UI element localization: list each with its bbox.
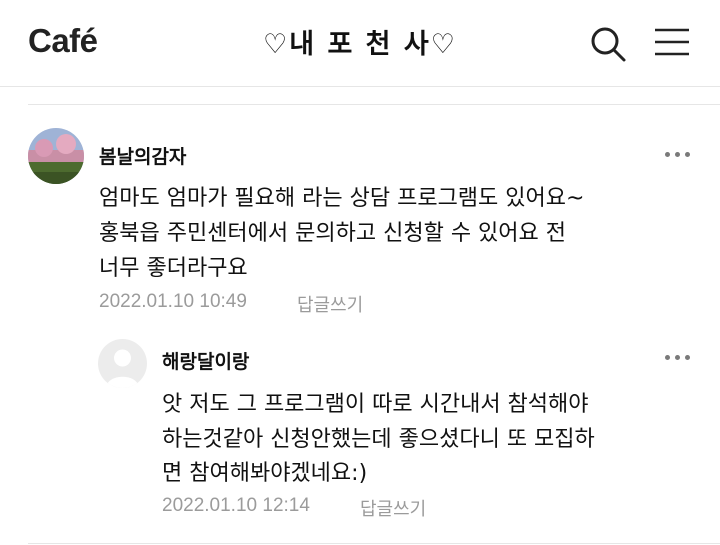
hamburger-menu-icon (655, 28, 689, 56)
default-user-avatar (98, 339, 147, 388)
comment-text-line: 하는것같아 신청안했는데 좋으셨다니 또 모집하 (162, 427, 595, 452)
more-options-button[interactable] (664, 144, 694, 164)
landscape-photo-avatar (28, 128, 84, 184)
top-bar: Café ♡내 포 천 사♡ (0, 0, 720, 87)
comment-text-line: 앗 저도 그 프로그램이 따로 시간내서 참석해야 (162, 392, 589, 417)
comment-author[interactable]: 봄날의감자 (99, 142, 186, 169)
comment-date: 2022.01.10 12:14 (162, 495, 310, 516)
reply-button[interactable]: 답글쓰기 (297, 291, 363, 317)
reply-button[interactable]: 답글쓰기 (360, 495, 426, 521)
search-icon (591, 27, 626, 62)
search-button[interactable] (588, 24, 628, 64)
comment-text-line: 엄마도 엄마가 필요해 라는 상담 프로그램도 있어요~ (99, 186, 585, 211)
comment-text-line: 홍북읍 주민센터에서 문의하고 신청할 수 있어요 전 (99, 221, 567, 246)
menu-button[interactable] (652, 24, 692, 64)
comment-date: 2022.01.10 10:49 (99, 291, 247, 312)
avatar[interactable] (98, 339, 147, 388)
comment-text-line: 면 참여해봐야겠네요:) (162, 461, 368, 486)
more-options-button[interactable] (664, 347, 694, 367)
comment-author[interactable]: 해랑달이랑 (162, 347, 249, 374)
avatar[interactable] (28, 128, 84, 184)
comments-bottom-divider (28, 543, 720, 544)
comment-text-line: 너무 좋더라구요 (99, 256, 248, 281)
comments-top-divider (28, 104, 720, 105)
